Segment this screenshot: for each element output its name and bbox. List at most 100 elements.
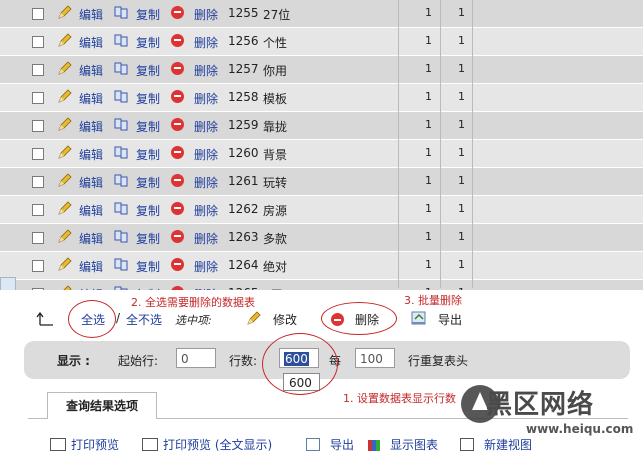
edit-link[interactable]: 编辑 bbox=[79, 202, 103, 219]
table-row: 编辑 复制 删除 1259 靠拢 1 1 bbox=[0, 112, 643, 140]
watermark-url: www.heiqu.com bbox=[526, 422, 634, 436]
pencil-icon[interactable] bbox=[57, 144, 73, 160]
table-row: 编辑 复制 删除 1257 你用 1 1 bbox=[0, 56, 643, 84]
export-button[interactable]: 导出 bbox=[438, 311, 462, 328]
delete-icon[interactable] bbox=[171, 6, 184, 19]
selected-items-label: 选中项: bbox=[175, 314, 212, 327]
delete-icon[interactable] bbox=[171, 202, 184, 215]
row-value-2: 1 bbox=[458, 34, 465, 47]
delete-link[interactable]: 删除 bbox=[194, 62, 218, 79]
delete-icon[interactable] bbox=[171, 62, 184, 75]
pencil-icon[interactable] bbox=[57, 228, 73, 244]
copy-link[interactable]: 复制 bbox=[136, 174, 160, 191]
edit-link[interactable]: 编辑 bbox=[79, 90, 103, 107]
copy-link[interactable]: 复制 bbox=[136, 62, 160, 79]
row-checkbox[interactable] bbox=[32, 36, 44, 48]
display-chart-link[interactable]: 显示图表 bbox=[368, 436, 438, 453]
copy-link[interactable]: 复制 bbox=[136, 6, 160, 23]
column-divider bbox=[398, 0, 399, 288]
delete-link[interactable]: 删除 bbox=[194, 230, 218, 247]
pencil-icon[interactable] bbox=[57, 172, 73, 188]
row-id: 1263 bbox=[228, 230, 259, 244]
edit-link[interactable]: 编辑 bbox=[79, 118, 103, 135]
copy-link[interactable]: 复制 bbox=[136, 258, 160, 275]
copy-icon[interactable] bbox=[113, 228, 129, 244]
pencil-icon[interactable] bbox=[57, 4, 73, 20]
copy-link[interactable]: 复制 bbox=[136, 146, 160, 163]
delete-icon[interactable] bbox=[171, 146, 184, 159]
row-checkbox[interactable] bbox=[32, 232, 44, 244]
copy-icon[interactable] bbox=[113, 144, 129, 160]
copy-icon[interactable] bbox=[113, 116, 129, 132]
edit-link[interactable]: 编辑 bbox=[79, 62, 103, 79]
copy-icon[interactable] bbox=[113, 256, 129, 272]
edit-link[interactable]: 编辑 bbox=[79, 174, 103, 191]
export-icon bbox=[306, 438, 320, 451]
copy-icon[interactable] bbox=[113, 32, 129, 48]
start-row-input[interactable]: 0 bbox=[176, 348, 216, 368]
delete-link[interactable]: 删除 bbox=[194, 6, 218, 23]
row-checkbox[interactable] bbox=[32, 92, 44, 104]
row-value-2: 1 bbox=[458, 118, 465, 131]
export-icon[interactable] bbox=[410, 309, 428, 327]
row-checkbox[interactable] bbox=[32, 8, 44, 20]
copy-link[interactable]: 复制 bbox=[136, 202, 160, 219]
delete-icon[interactable] bbox=[171, 118, 184, 131]
row-value-1: 1 bbox=[425, 6, 432, 19]
delete-link[interactable]: 删除 bbox=[194, 146, 218, 163]
print-preview-link[interactable]: 打印预览 bbox=[50, 436, 119, 453]
pencil-icon[interactable] bbox=[57, 88, 73, 104]
pencil-icon[interactable] bbox=[57, 200, 73, 216]
modify-button[interactable]: 修改 bbox=[273, 311, 297, 328]
delete-icon[interactable] bbox=[171, 258, 184, 271]
pencil-icon[interactable] bbox=[57, 256, 73, 272]
repeat-header-input[interactable]: 100 bbox=[355, 348, 395, 368]
row-value-2: 1 bbox=[458, 258, 465, 271]
deselect-all-link[interactable]: 全不选 bbox=[126, 311, 162, 328]
query-options-tab[interactable]: 查询结果选项 bbox=[47, 392, 157, 419]
delete-link[interactable]: 删除 bbox=[194, 202, 218, 219]
copy-link[interactable]: 复制 bbox=[136, 118, 160, 135]
edit-link[interactable]: 编辑 bbox=[79, 34, 103, 51]
row-checkbox[interactable] bbox=[32, 260, 44, 272]
delete-link[interactable]: 删除 bbox=[194, 34, 218, 51]
row-value-2: 1 bbox=[458, 174, 465, 187]
copy-link[interactable]: 复制 bbox=[136, 34, 160, 51]
copy-icon[interactable] bbox=[113, 4, 129, 20]
row-id: 1256 bbox=[228, 34, 259, 48]
row-name: 背景 bbox=[263, 148, 288, 162]
pencil-icon[interactable] bbox=[246, 310, 262, 326]
copy-icon[interactable] bbox=[113, 88, 129, 104]
pencil-icon[interactable] bbox=[57, 32, 73, 48]
export-link[interactable]: 导出 bbox=[306, 436, 354, 453]
edit-link[interactable]: 编辑 bbox=[79, 258, 103, 275]
edit-link[interactable]: 编辑 bbox=[79, 146, 103, 163]
copy-link[interactable]: 复制 bbox=[136, 90, 160, 107]
delete-link[interactable]: 删除 bbox=[194, 118, 218, 135]
delete-icon[interactable] bbox=[171, 90, 184, 103]
row-checkbox[interactable] bbox=[32, 148, 44, 160]
edit-link[interactable]: 编辑 bbox=[79, 230, 103, 247]
delete-icon[interactable] bbox=[171, 230, 184, 243]
print-preview-full-label: 打印预览 (全文显示) bbox=[163, 438, 273, 452]
copy-link[interactable]: 复制 bbox=[136, 230, 160, 247]
pencil-icon[interactable] bbox=[57, 60, 73, 76]
print-preview-full-link[interactable]: 打印预览 (全文显示) bbox=[142, 436, 272, 453]
copy-icon[interactable] bbox=[113, 172, 129, 188]
delete-link[interactable]: 删除 bbox=[194, 258, 218, 275]
pencil-icon[interactable] bbox=[57, 116, 73, 132]
delete-link[interactable]: 删除 bbox=[194, 90, 218, 107]
row-checkbox[interactable] bbox=[32, 176, 44, 188]
delete-icon[interactable] bbox=[171, 174, 184, 187]
delete-icon[interactable] bbox=[171, 34, 184, 47]
row-checkbox[interactable] bbox=[32, 204, 44, 216]
row-value-1: 1 bbox=[425, 202, 432, 215]
delete-link[interactable]: 删除 bbox=[194, 174, 218, 191]
copy-icon[interactable] bbox=[113, 200, 129, 216]
row-checkbox[interactable] bbox=[32, 120, 44, 132]
row-value-1: 1 bbox=[425, 34, 432, 47]
table-row: 编辑 复制 删除 1260 背景 1 1 bbox=[0, 140, 643, 168]
copy-icon[interactable] bbox=[113, 60, 129, 76]
row-checkbox[interactable] bbox=[32, 64, 44, 76]
edit-link[interactable]: 编辑 bbox=[79, 6, 103, 23]
